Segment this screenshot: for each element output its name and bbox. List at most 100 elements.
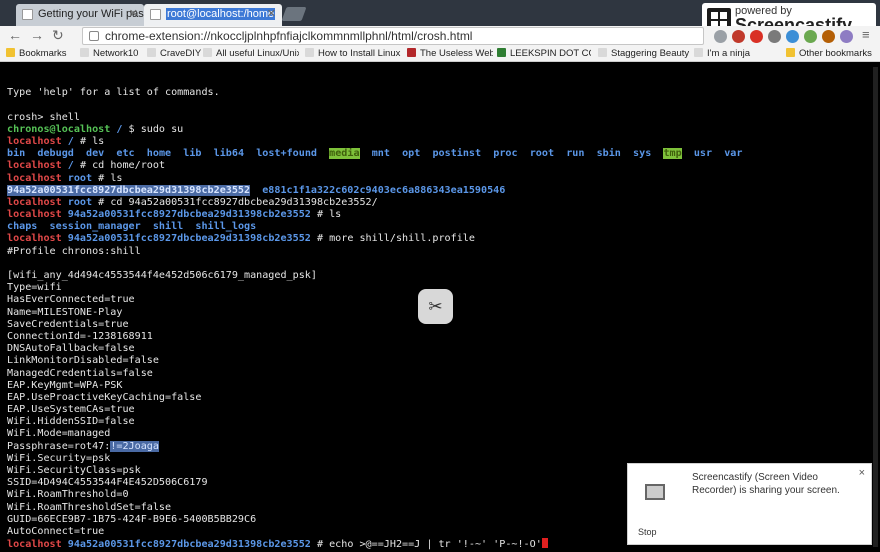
extension-icon[interactable] <box>714 30 727 43</box>
terminal-line: localhost 94a52a00531fcc8927dbcbea29d313… <box>7 233 742 245</box>
terminal-text: shill_logs <box>195 221 257 233</box>
terminal-text: WiFi.HiddenSSID=false <box>7 416 135 428</box>
extension-icon[interactable] <box>786 30 799 43</box>
terminal-text: debugd <box>37 148 74 160</box>
terminal-text: localhost <box>7 135 62 147</box>
terminal-text: mnt <box>371 148 390 160</box>
terminal-text: session_manager <box>49 221 141 233</box>
bookmark-item[interactable]: I'm a ninja <box>694 48 774 59</box>
bookmark-item[interactable]: Staggering Beauty <box>598 48 690 59</box>
menu-icon[interactable]: ≡ <box>862 27 870 42</box>
page-icon <box>203 48 212 57</box>
terminal-text: # more shill/shill.profile <box>316 233 475 245</box>
page-icon <box>407 48 416 57</box>
terminal-text: lib64 <box>213 148 245 160</box>
record-icon[interactable] <box>750 30 763 43</box>
terminal-text: localhost <box>7 160 62 172</box>
page-icon <box>147 48 156 57</box>
terminal-line: localhost root # ls <box>7 173 742 185</box>
terminal-line: #Profile chronos:shill <box>7 246 742 258</box>
page-icon <box>80 48 89 57</box>
notification-message: Screencastify (Screen Video Recorder) is… <box>692 472 840 496</box>
terminal-text: dev <box>86 148 105 160</box>
terminal-text: localhost <box>7 233 62 245</box>
forward-arrow-icon[interactable]: → <box>30 27 44 43</box>
terminal-text: WiFi.Security=psk <box>7 452 111 464</box>
scrollbar[interactable] <box>873 67 878 547</box>
new-tab-button[interactable] <box>281 7 307 21</box>
terminal-text: Type=wifi <box>7 282 62 294</box>
bookmark-folder[interactable]: Other bookmarks <box>786 48 878 59</box>
terminal-text: # cd home/root <box>79 160 166 172</box>
terminal-text: localhost <box>7 539 62 551</box>
extension-icon[interactable] <box>840 30 853 43</box>
extension-icon[interactable] <box>732 30 745 43</box>
browser-toolbar: ← → ↻ chrome-extension://nkoccljplnhpfnf… <box>0 26 880 46</box>
terminal-line: Name=MILESTONE-Play <box>7 307 742 319</box>
bookmark-item[interactable]: How to Install Linux <box>305 48 401 59</box>
extension-icon[interactable] <box>768 30 781 43</box>
back-arrow-icon[interactable]: ← <box>8 27 22 43</box>
terminal-line: DNSAutoFallback=false <box>7 343 742 355</box>
reload-icon[interactable]: ↻ <box>52 27 64 44</box>
terminal-text: # ls <box>316 209 342 221</box>
terminal-text: EAP.UseSystemCAs=true <box>7 404 135 416</box>
extension-icon[interactable] <box>804 30 817 43</box>
terminal-text: Name=MILESTONE-Play <box>7 306 123 318</box>
terminal-text: 94a52a00531fcc8927dbcbea29d31398cb2e3552 <box>61 233 317 245</box>
page-favicon-icon <box>150 9 161 20</box>
close-icon[interactable]: × <box>859 467 865 479</box>
terminal-text: crosh> shell <box>7 111 80 123</box>
bookmark-item[interactable]: All useful Linux/Unix <box>203 48 299 59</box>
terminal-line: HasEverConnected=true <box>7 294 742 306</box>
bookmark-item[interactable]: CraveDIY <box>147 48 209 59</box>
bookmarks-bar: Bookmarks Network10 CraveDIY All useful … <box>0 46 880 62</box>
tab-wifi-guide[interactable]: Getting your WiFi passw ✕ <box>16 4 144 26</box>
terminal-text: Passphrase=rot47: <box>7 440 111 452</box>
tab-crosh[interactable]: root@localhost:/home ✕ <box>144 4 282 26</box>
stop-sharing-button[interactable]: Stop <box>638 527 657 537</box>
terminal-text: lib <box>183 148 202 160</box>
terminal-text: postinst <box>432 148 482 160</box>
terminal-line: WiFi.HiddenSSID=false <box>7 416 742 428</box>
close-icon[interactable]: ✕ <box>267 7 276 20</box>
bookmark-item[interactable]: Bookmarks <box>6 48 86 59</box>
extension-icon[interactable] <box>822 30 835 43</box>
terminal-text: 94a52a00531fcc8927dbcbea29d31398cb2e3552 <box>7 184 251 196</box>
terminal-text: # cd 94a52a00531fcc8927dbcbea29d31398cb2… <box>98 196 378 208</box>
address-bar[interactable]: chrome-extension://nkoccljplnhpfnfiajclk… <box>82 27 704 45</box>
terminal-text: WiFi.Mode=managed <box>7 428 111 440</box>
terminal-text: DNSAutoFallback=false <box>7 343 135 355</box>
terminal-line: localhost root # cd 94a52a00531fcc8927db… <box>7 197 742 209</box>
terminal-text: # ls <box>98 172 123 184</box>
terminal-text: etc <box>116 148 135 160</box>
bookmark-item[interactable]: Network10 <box>80 48 144 59</box>
bookmark-item[interactable]: LEEKSPIN DOT COM <box>497 48 591 59</box>
terminal-text: / <box>61 135 80 147</box>
scissors-icon[interactable]: ✂ <box>418 289 453 324</box>
bookmark-item[interactable]: The Useless Web <box>407 48 493 59</box>
terminal-line: Type=wifi <box>7 282 742 294</box>
terminal-text: / <box>110 123 129 135</box>
terminal-line: SaveCredentials=true <box>7 319 742 331</box>
terminal-text: proc <box>493 148 518 160</box>
terminal-text: bin <box>7 148 26 160</box>
terminal-cursor <box>541 538 548 549</box>
close-icon[interactable]: ✕ <box>129 7 138 20</box>
